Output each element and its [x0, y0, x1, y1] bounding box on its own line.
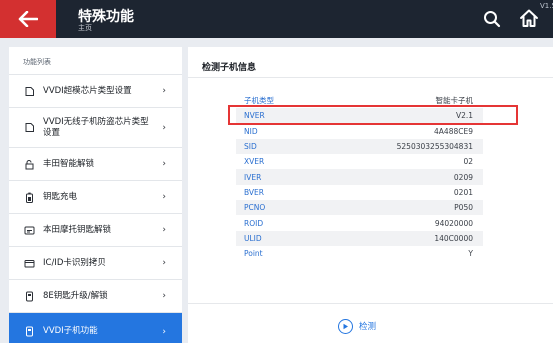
remote-key-icon: [23, 290, 35, 302]
function-list-caption: 功能列表: [23, 58, 51, 66]
chevron-right-icon: ›: [162, 225, 166, 235]
sidebar-item-ic-id-card-copy[interactable]: IC/ID卡识别拷贝 ›: [9, 246, 182, 279]
chevron-right-icon: ›: [162, 192, 166, 202]
top-bar: 特殊功能 主页 V1.5: [0, 0, 553, 38]
play-circle-icon: [338, 318, 353, 334]
row-value: 02: [463, 157, 473, 167]
row-key: ULID: [244, 233, 262, 243]
table-row: IVER 0209: [236, 169, 483, 185]
table-row: ROID 94020000: [236, 215, 483, 230]
row-value: 140C0000: [434, 233, 473, 243]
row-key: SID: [244, 142, 257, 152]
key-outline-icon: [23, 122, 35, 134]
row-value: 0209: [453, 172, 473, 182]
back-arrow-icon: [18, 11, 38, 27]
row-key: NID: [244, 126, 258, 136]
chevron-right-icon: ›: [162, 291, 166, 301]
sidebar-item-label: VVDI超模芯片类型设置: [43, 85, 132, 96]
table-row: BVER 0201: [236, 185, 483, 200]
row-key: XVER: [244, 157, 265, 167]
row-key: IVER: [244, 172, 262, 182]
chevron-right-icon: ›: [162, 159, 166, 169]
sidebar-item-label: 丰田智能解锁: [43, 158, 95, 169]
sidebar-item-toyota-smart-unlock[interactable]: 丰田智能解锁 ›: [9, 147, 182, 180]
row-key: Point: [244, 249, 263, 259]
table-row: XVER 02: [236, 154, 483, 169]
sidebar-item-label: VVDI子机功能: [43, 326, 98, 336]
battery-icon: [23, 191, 35, 203]
chevron-right-icon: ›: [162, 326, 166, 337]
divider: [188, 303, 553, 304]
table-row: PCNO P050: [236, 200, 483, 216]
remote-info-panel: 检测子机信息 子机类型 智能卡子机 NVER V2.1 NID 4A488CE9…: [188, 47, 553, 343]
sidebar-item-wireless-chip-type[interactable]: VVDI无线子机防盗芯片类型设置 ›: [9, 107, 182, 147]
table-row: ULID 140C0000: [236, 230, 483, 246]
panel-title: 检测子机信息: [202, 63, 257, 73]
sidebar-item-label: 本田摩托钥匙解锁: [43, 224, 112, 235]
row-key: ROID: [244, 218, 264, 228]
key-outline-icon: [23, 85, 35, 97]
row-key: BVER: [244, 187, 264, 197]
row-value: 4A488CE9: [434, 126, 473, 136]
remote-key-icon: [23, 326, 35, 338]
home-icon: [520, 9, 538, 27]
breadcrumb[interactable]: 主页: [78, 23, 92, 33]
function-list-panel: 功能列表 VVDI超模芯片类型设置 › VVDI无线子机防盗芯片类型设置 › 丰…: [9, 47, 182, 343]
row-value: 0201: [453, 187, 473, 197]
card-icon: [23, 257, 35, 269]
detect-button-label: 检测: [359, 322, 377, 332]
table-row: NID 4A488CE9: [236, 124, 483, 139]
row-value: 5250303255304831: [396, 142, 473, 152]
sidebar-item-honda-moto-unlock[interactable]: 本田摩托钥匙解锁 ›: [9, 213, 182, 246]
unlock-icon: [23, 158, 35, 170]
sidebar-item-super-chip-type[interactable]: VVDI超模芯片类型设置 ›: [9, 74, 182, 107]
nver-highlight-box: [228, 105, 518, 125]
row-key: PCNO: [244, 203, 266, 213]
home-button[interactable]: [518, 7, 540, 29]
chevron-right-icon: ›: [162, 258, 166, 268]
back-button[interactable]: [0, 0, 56, 38]
sidebar-item-label: IC/ID卡识别拷贝: [43, 257, 106, 268]
table-row: SID 5250303255304831: [236, 138, 483, 155]
sidebar-item-key-charging[interactable]: 钥匙充电 ›: [9, 180, 182, 213]
version-label: V1.5: [540, 2, 553, 10]
search-button[interactable]: [482, 9, 502, 29]
sidebar-item-label: 8E钥匙升级/解锁: [43, 290, 108, 301]
table-row: Point Y: [236, 246, 483, 261]
row-value: Y: [468, 249, 473, 259]
sidebar-item-label: VVDI无线子机防盗芯片类型设置: [43, 116, 149, 138]
sidebar-item-8e-key-upgrade[interactable]: 8E钥匙升级/解锁 ›: [9, 279, 182, 312]
divider: [188, 77, 553, 78]
motorcycle-key-icon: [23, 224, 35, 236]
detect-button[interactable]: 检测: [338, 318, 376, 334]
chevron-right-icon: ›: [162, 86, 166, 96]
sidebar-item-vvdi-remote-function[interactable]: VVDI子机功能 ›: [9, 312, 182, 343]
chevron-right-icon: ›: [162, 122, 166, 133]
search-icon: [484, 11, 501, 28]
function-list: VVDI超模芯片类型设置 › VVDI无线子机防盗芯片类型设置 › 丰田智能解锁…: [9, 74, 182, 343]
row-value: 94020000: [434, 218, 473, 228]
row-value: P050: [454, 203, 473, 213]
sidebar-item-label: 钥匙充电: [43, 191, 78, 202]
